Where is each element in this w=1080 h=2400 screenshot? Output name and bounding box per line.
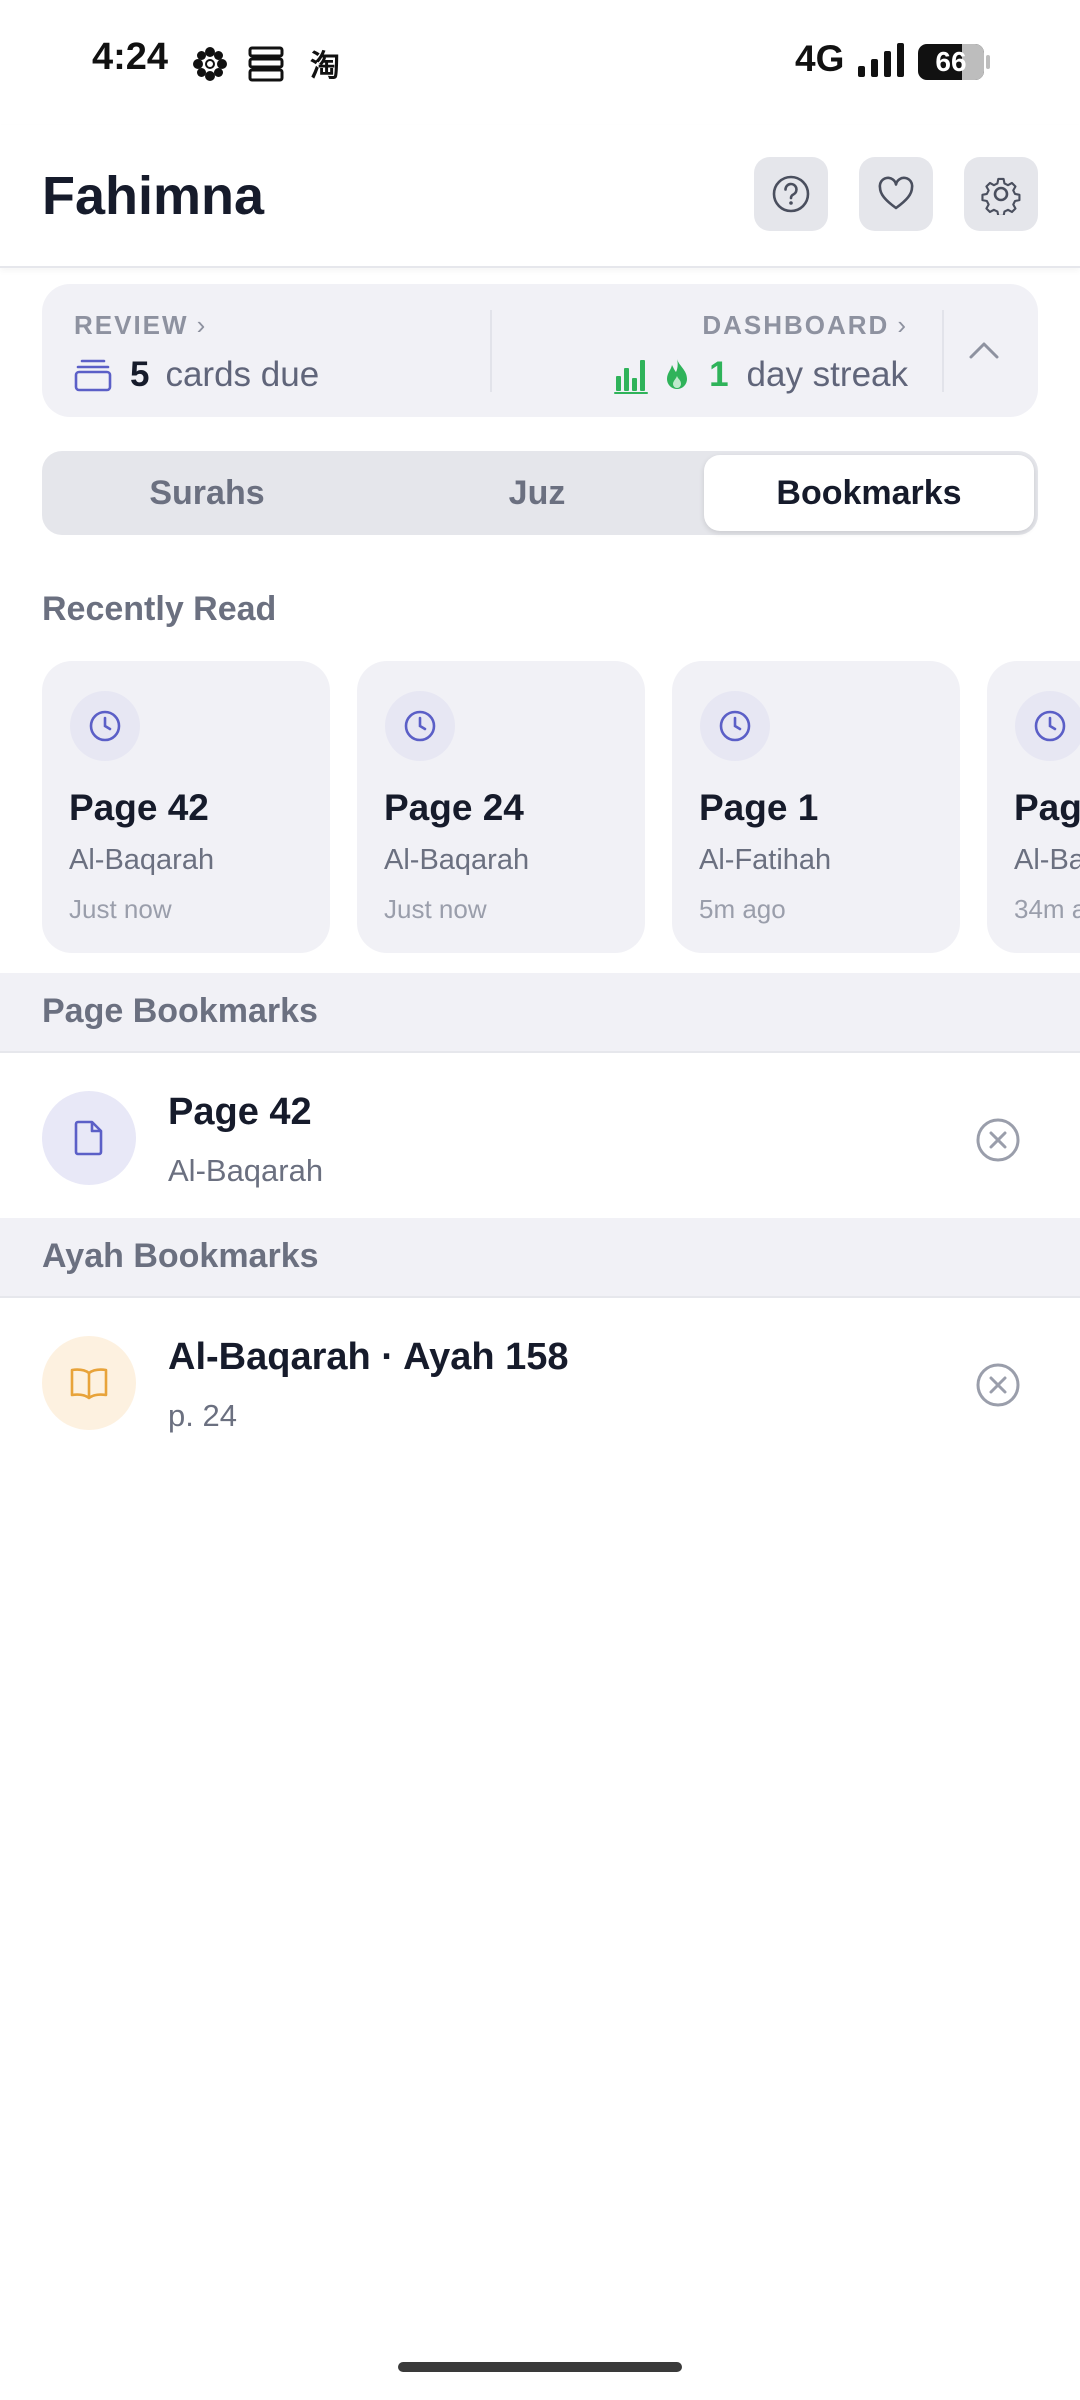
bookmark-title: Page 42	[168, 1091, 312, 1133]
recent-page: Pag	[1014, 787, 1080, 828]
recent-time: Just now	[384, 894, 487, 924]
battery-level: 66	[935, 46, 967, 77]
remove-bookmark-icon[interactable]	[974, 1361, 1022, 1409]
cards-due-count: 5	[130, 355, 150, 394]
ayah-avatar	[42, 1336, 136, 1430]
settings-button[interactable]	[964, 157, 1038, 231]
signal-icon	[858, 43, 904, 77]
bar-chart-icon	[614, 360, 649, 394]
svg-text:淘: 淘	[310, 49, 340, 84]
tab-juz[interactable]: Juz	[376, 455, 698, 531]
network-indicator: 4G	[795, 38, 845, 79]
clock-icon	[70, 691, 140, 761]
document-icon	[74, 1120, 103, 1156]
ayah-bookmarks-header: Ayah Bookmarks	[0, 1218, 1080, 1298]
battery-indicator: 66	[918, 44, 990, 80]
stack-icon	[248, 46, 284, 82]
favorite-button[interactable]	[859, 157, 933, 231]
page-bookmarks-title: Page Bookmarks	[42, 992, 318, 1030]
recently-read-carousel[interactable]: Page 42 Al-Baqarah Just now Page 24 Al-B…	[0, 661, 1080, 953]
tab-bookmarks[interactable]: Bookmarks	[704, 455, 1034, 531]
page-bookmark-item[interactable]: Page 42 Al-Baqarah	[0, 1055, 1080, 1219]
ayah-bookmarks-title: Ayah Bookmarks	[42, 1237, 319, 1275]
recent-time: Just now	[69, 894, 172, 924]
clock-icon	[700, 691, 770, 761]
open-book-icon	[70, 1368, 108, 1400]
clock-icon	[385, 691, 455, 761]
app-title: Fahimna	[42, 166, 265, 226]
streak-indicator[interactable]: 1 day streak	[613, 352, 908, 398]
stats-divider	[490, 310, 492, 392]
dashboard-link[interactable]: DASHBOARD ›	[702, 310, 908, 341]
recent-page: Page 1	[699, 787, 819, 828]
clock-icon	[1015, 691, 1080, 761]
flame-icon	[667, 359, 688, 389]
help-icon	[772, 175, 810, 213]
app-header: Fahimna	[0, 125, 1080, 268]
recently-read-title: Recently Read	[42, 590, 277, 628]
recent-page: Page 24	[384, 787, 524, 828]
review-label: REVIEW	[74, 310, 189, 340]
ayah-bookmark-item[interactable]: Al-Baqarah · Ayah 158 p. 24	[0, 1300, 1080, 1464]
chevron-right-icon: ›	[897, 310, 908, 340]
recent-card[interactable]: Page 24 Al-Baqarah Just now	[357, 661, 645, 953]
heart-icon	[878, 176, 914, 210]
gear-icon	[981, 177, 1021, 215]
dashboard-label: DASHBOARD	[702, 310, 890, 340]
streak-text: day streak	[746, 355, 908, 394]
help-button[interactable]	[754, 157, 828, 231]
remove-bookmark-icon[interactable]	[974, 1116, 1022, 1164]
review-link[interactable]: REVIEW ›	[74, 310, 207, 341]
home-indicator[interactable]	[398, 2362, 682, 2372]
cards-stack-icon	[74, 359, 112, 392]
view-tabs: Surahs Juz Bookmarks	[42, 451, 1038, 535]
chevron-up-icon	[969, 342, 999, 359]
flower-icon	[193, 47, 227, 81]
recent-surah: Al-Baqarah	[384, 844, 530, 876]
bookmark-subtitle: Al-Baqarah	[168, 1153, 324, 1188]
page-bookmarks-header: Page Bookmarks	[0, 973, 1080, 1053]
streak-count: 1	[709, 355, 729, 394]
collapse-button[interactable]	[956, 322, 1012, 378]
tab-surahs[interactable]: Surahs	[46, 455, 368, 531]
recent-card[interactable]: Page 1 Al-Fatihah 5m ago	[672, 661, 960, 953]
recent-time: 5m ago	[699, 894, 786, 924]
recent-surah: Al-Fatihah	[699, 844, 832, 876]
stats-divider	[942, 310, 944, 392]
status-time: 4:24	[92, 36, 169, 78]
bookmark-subtitle: p. 24	[168, 1398, 237, 1433]
cards-due-text: cards due	[165, 355, 320, 394]
recent-surah: Al-Ba	[1014, 844, 1080, 876]
status-bar: 4:24 淘 4G 66	[0, 0, 1080, 125]
recent-page: Page 42	[69, 787, 209, 828]
bookmark-title: Al-Baqarah · Ayah 158	[168, 1336, 569, 1378]
recent-surah: Al-Baqarah	[69, 844, 215, 876]
stats-card: REVIEW › 5 cards due DASHBOARD › 1 day s…	[42, 284, 1038, 417]
chevron-right-icon: ›	[196, 310, 208, 340]
recent-card[interactable]: Page 42 Al-Baqarah Just now	[42, 661, 330, 953]
taobao-icon: 淘	[310, 49, 340, 84]
page-avatar	[42, 1091, 136, 1185]
recent-time: 34m a	[1014, 894, 1080, 924]
cards-due[interactable]: 5 cards due	[74, 352, 319, 398]
recent-card[interactable]: Pag Al-Ba 34m a	[987, 661, 1080, 953]
